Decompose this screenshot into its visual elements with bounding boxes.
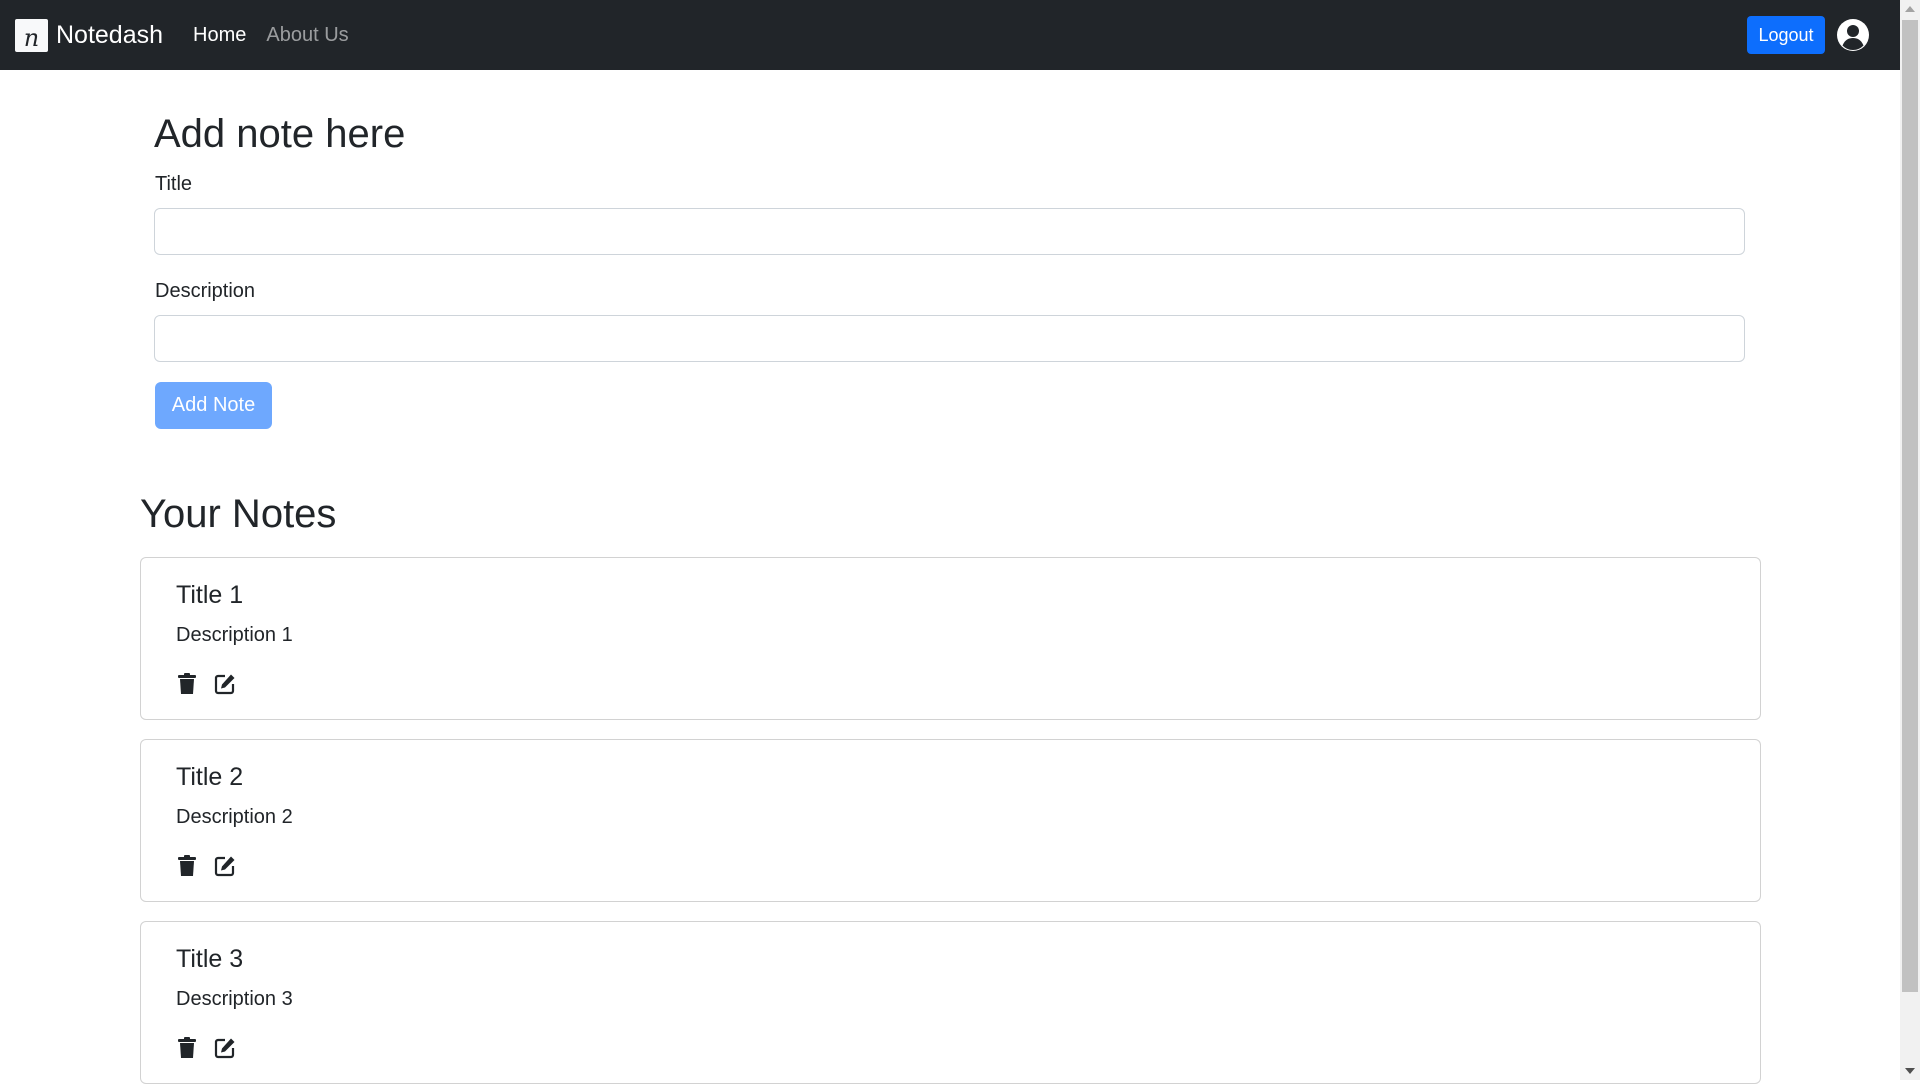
scroll-down-arrow-icon[interactable] [1905, 1068, 1915, 1074]
scroll-up-arrow-icon[interactable] [1905, 6, 1915, 12]
scrollbar-thumb[interactable] [1902, 20, 1918, 992]
edit-icon[interactable] [214, 673, 236, 695]
title-input[interactable] [154, 208, 1745, 255]
page-scrollbar[interactable] [1900, 0, 1920, 1080]
brand-logo-letter: n [23, 23, 40, 52]
your-notes-heading: Your Notes [140, 492, 337, 536]
note-title: Title 2 [176, 763, 244, 791]
note-actions [176, 855, 252, 877]
note-description: Description 1 [176, 624, 293, 646]
brand-name: Notedash [56, 20, 164, 49]
note-actions [176, 673, 252, 695]
nav-link-home[interactable]: Home [193, 25, 246, 45]
logout-button[interactable]: Logout [1747, 16, 1825, 54]
title-label: Title [155, 173, 193, 195]
add-note-heading: Add note here [154, 112, 406, 156]
edit-icon[interactable] [214, 1037, 236, 1059]
trash-icon[interactable] [176, 855, 198, 877]
brand-logo: n [15, 18, 48, 52]
nav-link-about-us[interactable]: About Us [266, 25, 348, 45]
description-input[interactable] [154, 315, 1745, 362]
note-title: Title 3 [176, 945, 244, 973]
brand-link[interactable]: n Notedash [15, 18, 164, 52]
navbar: n Notedash Home About Us Logout [0, 0, 1900, 70]
trash-icon[interactable] [176, 1037, 198, 1059]
note-title: Title 1 [176, 581, 244, 609]
nav-links: Home About Us [193, 25, 369, 45]
add-note-button[interactable]: Add Note [155, 382, 272, 429]
note-description: Description 3 [176, 988, 293, 1010]
note-description: Description 2 [176, 806, 293, 828]
note-card: Title 2 Description 2 [140, 739, 1761, 902]
user-circle-icon[interactable] [1836, 18, 1870, 52]
description-label: Description [155, 280, 256, 302]
trash-icon[interactable] [176, 673, 198, 695]
note-card: Title 3 Description 3 [140, 921, 1761, 1084]
note-card: Title 1 Description 1 [140, 557, 1761, 720]
edit-icon[interactable] [214, 855, 236, 877]
note-actions [176, 1037, 252, 1059]
